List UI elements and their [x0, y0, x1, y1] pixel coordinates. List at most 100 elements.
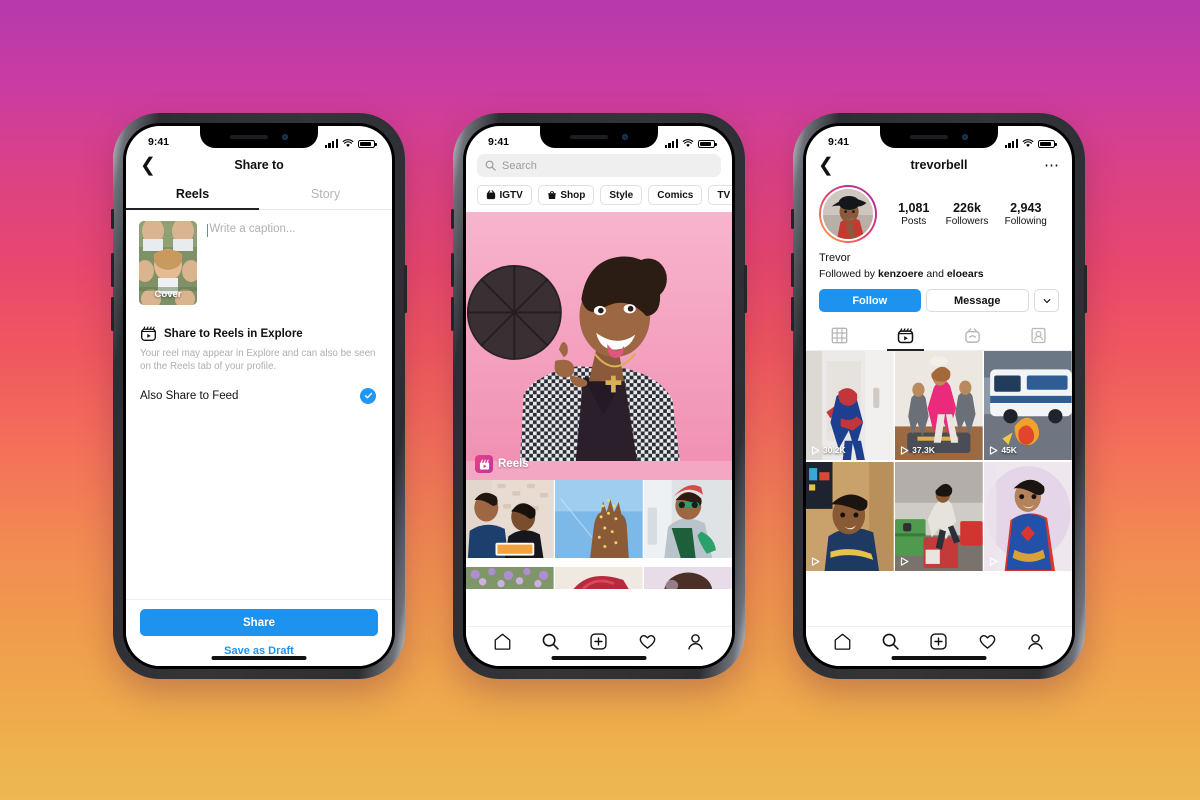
speaker-grille	[230, 135, 268, 139]
reel-thumbnail[interactable]: 37.3K	[895, 351, 983, 460]
home-icon[interactable]	[833, 632, 852, 651]
search-icon[interactable]	[541, 632, 560, 651]
play-icon	[990, 445, 998, 455]
follow-button[interactable]: Follow	[819, 289, 921, 312]
cover-label: Cover	[154, 289, 182, 300]
reel-thumbnail[interactable]	[895, 461, 983, 571]
volume-up-button[interactable]	[111, 253, 114, 287]
reel-thumbnail[interactable]: 30.2K	[806, 351, 894, 460]
featured-reel-image	[466, 212, 732, 462]
share-tabs: Reels Story	[126, 180, 392, 210]
search-icon[interactable]	[881, 632, 900, 651]
tab-reels[interactable]	[873, 322, 940, 351]
view-count: 45K	[989, 445, 1017, 455]
shopping-bag-icon	[548, 191, 556, 199]
phone-bezel: 9:41 ❮ trevorbell ⋯ 1,081 Posts 226k Fol…	[803, 123, 1075, 669]
stat-following[interactable]: 2,943 Following	[1005, 201, 1047, 227]
heart-icon[interactable]	[978, 632, 997, 651]
tab-story[interactable]: Story	[259, 180, 392, 209]
volume-down-button[interactable]	[111, 297, 114, 331]
reel-image	[806, 351, 894, 460]
chip-label: Style	[609, 189, 634, 201]
tab-reels[interactable]: Reels	[126, 180, 259, 210]
status-time: 9:41	[828, 136, 850, 148]
mute-switch[interactable]	[111, 209, 114, 229]
chip-igtv[interactable]: IGTV	[477, 185, 532, 205]
more-options-icon[interactable]: ⋯	[1044, 158, 1060, 173]
phone-bezel: 9:41 ❮ Share to Reels Story Cover Write …	[123, 123, 395, 669]
tab-grid[interactable]	[806, 322, 873, 350]
profile-tabs	[806, 322, 1072, 351]
explore-thumbnail[interactable]	[466, 480, 554, 565]
explore-thumbnail[interactable]	[644, 566, 732, 591]
mute-switch[interactable]	[791, 209, 794, 229]
explore-image	[555, 480, 643, 559]
caption-placeholder: Write a caption...	[209, 223, 296, 235]
chip-shop[interactable]: Shop	[537, 185, 595, 205]
person-icon[interactable]	[686, 632, 705, 651]
chip-tv-and-movies[interactable]: TV & Movies	[708, 185, 732, 205]
cover-thumbnail[interactable]: Cover	[139, 221, 197, 305]
profile-bio-block: 1,081 Posts 226k Followers 2,943 Followi…	[806, 180, 1072, 312]
message-button[interactable]: Message	[925, 289, 1029, 312]
reels-outline-icon	[141, 326, 156, 341]
stat-label: Following	[1004, 216, 1047, 227]
person-icon[interactable]	[1026, 632, 1045, 651]
reel-thumbnail[interactable]	[806, 461, 894, 571]
home-indicator[interactable]	[211, 656, 307, 660]
share-to-explore-row: Share to Reels in Explore	[126, 305, 392, 342]
share-button[interactable]: Share	[140, 609, 378, 636]
explore-image	[466, 566, 554, 589]
followed-by-user-2[interactable]: eloears	[947, 268, 984, 280]
category-chip-row[interactable]: IGTV Shop Style Comics TV & Movies	[466, 177, 732, 212]
volume-up-button[interactable]	[451, 253, 454, 287]
reel-thumbnail[interactable]	[984, 461, 1072, 571]
grid-icon	[831, 327, 848, 344]
heart-icon[interactable]	[638, 632, 657, 651]
explore-thumbnail[interactable]	[644, 480, 732, 565]
followed-by-user-1[interactable]: kenzoere	[878, 268, 924, 280]
profile-top-row: 1,081 Posts 226k Followers 2,943 Followi…	[819, 185, 1059, 243]
check-circle-icon[interactable]	[360, 387, 376, 404]
chip-style[interactable]: Style	[600, 185, 643, 205]
share-header: ❮ Share to	[126, 150, 392, 180]
volume-up-button[interactable]	[791, 253, 794, 287]
caption-field[interactable]: Write a caption...	[207, 221, 378, 305]
featured-reel-card[interactable]: Reels	[466, 212, 732, 480]
plus-box-icon[interactable]	[929, 632, 948, 651]
stat-followers[interactable]: 226k Followers	[946, 201, 989, 227]
view-count-value: 45K	[1001, 445, 1017, 455]
play-icon	[811, 445, 820, 455]
home-icon[interactable]	[493, 632, 512, 651]
stat-value: 1,081	[898, 201, 930, 215]
tab-tagged[interactable]	[1006, 322, 1073, 350]
chip-label: Comics	[657, 189, 694, 201]
stat-posts[interactable]: 1,081 Posts	[898, 201, 929, 227]
stat-label: Posts	[901, 216, 927, 227]
reel-thumbnail[interactable]: 45K	[984, 351, 1072, 460]
power-button[interactable]	[1084, 265, 1087, 313]
volume-down-button[interactable]	[791, 297, 794, 331]
explore-thumbnail[interactable]	[555, 480, 643, 565]
chip-comics[interactable]: Comics	[648, 185, 703, 205]
volume-down-button[interactable]	[451, 297, 454, 331]
home-indicator[interactable]	[891, 656, 987, 660]
avatar[interactable]	[822, 188, 874, 240]
tab-igtv[interactable]	[939, 322, 1006, 350]
mute-switch[interactable]	[451, 209, 454, 229]
front-camera	[282, 134, 288, 140]
speaker-grille	[910, 135, 948, 139]
explore-thumbnail[interactable]	[466, 566, 554, 591]
avatar-story-ring[interactable]	[819, 185, 877, 243]
explore-image	[644, 566, 732, 589]
explore-thumbnail[interactable]	[555, 566, 643, 591]
battery-icon	[358, 139, 377, 148]
also-share-to-feed-row[interactable]: Also Share to Feed	[126, 374, 392, 404]
power-button[interactable]	[404, 265, 407, 313]
search-input[interactable]: Search	[477, 154, 721, 177]
home-indicator[interactable]	[551, 656, 647, 660]
phone-explore: 9:41 Search IGTV Shop Style Comics TV Re…	[451, 113, 747, 679]
power-button[interactable]	[744, 265, 747, 313]
chevron-down-icon[interactable]	[1034, 289, 1059, 312]
plus-box-icon[interactable]	[589, 632, 608, 651]
